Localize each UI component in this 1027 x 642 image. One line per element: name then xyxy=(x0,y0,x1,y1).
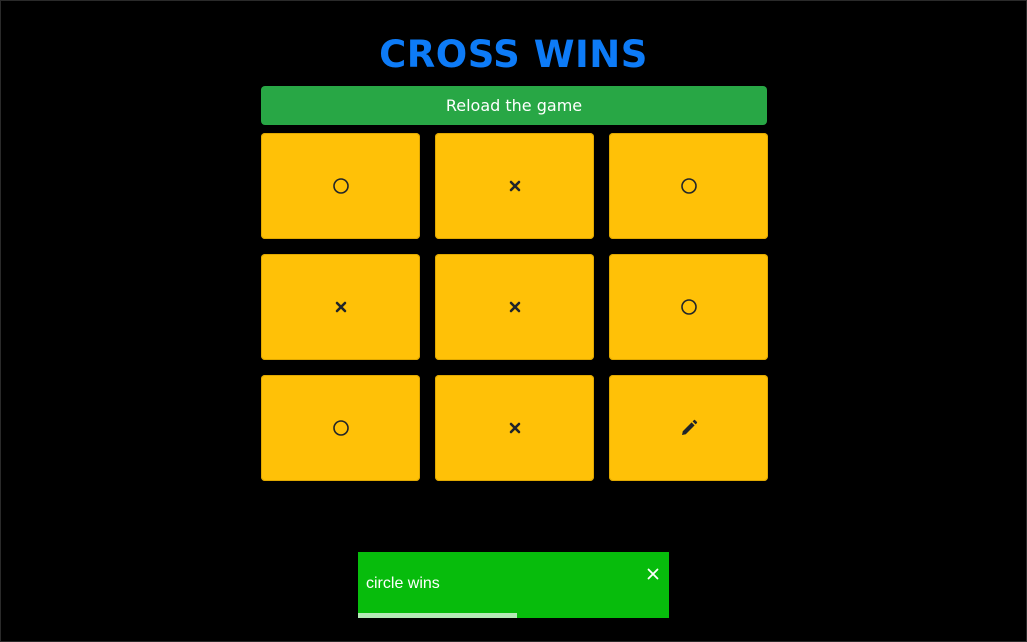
board-cell-2[interactable] xyxy=(435,133,594,239)
board-cell-1[interactable] xyxy=(261,133,420,239)
circle-icon xyxy=(680,177,698,195)
board-cell-7[interactable] xyxy=(261,375,420,481)
circle-icon xyxy=(680,298,698,316)
close-icon[interactable] xyxy=(646,566,660,580)
game-board xyxy=(261,133,768,481)
cross-icon xyxy=(334,300,348,314)
board-cell-8[interactable] xyxy=(435,375,594,481)
board-cell-3[interactable] xyxy=(609,133,768,239)
toast-progress-fill xyxy=(358,613,517,618)
board-cell-6[interactable] xyxy=(609,254,768,360)
cross-icon xyxy=(508,421,522,435)
cross-icon xyxy=(508,300,522,314)
circle-icon xyxy=(332,177,350,195)
circle-icon xyxy=(332,419,350,437)
toast-progress-bar xyxy=(358,613,669,618)
game-status-title: CROSS WINS xyxy=(379,33,648,76)
reload-game-button[interactable]: Reload the game xyxy=(261,86,767,125)
toast-notification: circle wins xyxy=(358,552,669,618)
board-cell-9[interactable] xyxy=(609,375,768,481)
board-cell-4[interactable] xyxy=(261,254,420,360)
board-cell-5[interactable] xyxy=(435,254,594,360)
cross-icon xyxy=(508,179,522,193)
pencil-icon xyxy=(680,419,698,437)
toast-message: circle wins xyxy=(366,575,440,592)
